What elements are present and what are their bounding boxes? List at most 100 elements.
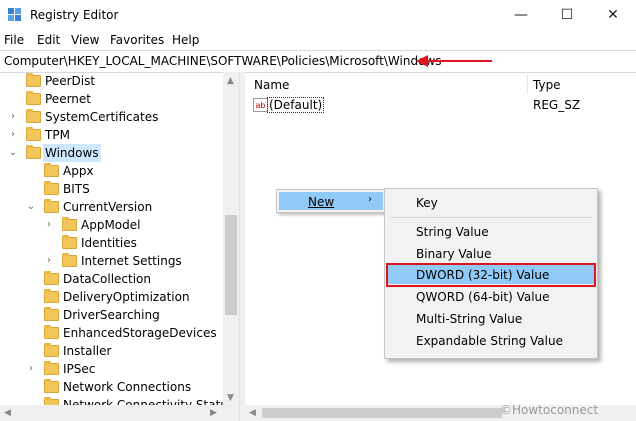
list-scroll-left-icon[interactable]: ◀	[249, 408, 256, 418]
tree-item-label: Identities	[81, 236, 137, 250]
submenu-arrow-icon: ›	[368, 194, 372, 205]
folder-icon	[44, 199, 59, 213]
tree-item-label: DeliveryOptimization	[63, 290, 190, 304]
tree-item-label: DriverSearching	[63, 308, 160, 322]
submenu-qword-value[interactable]: QWORD (64-bit) Value	[416, 290, 550, 304]
folder-icon	[26, 91, 41, 105]
menu-edit[interactable]: Edit	[37, 33, 60, 47]
submenu-string-value[interactable]: String Value	[416, 225, 489, 239]
chevron-down-icon[interactable]: ⌄	[8, 144, 18, 162]
tree-item-label: BITS	[63, 182, 90, 196]
tree-item[interactable]: ⌄ CurrentVersion	[0, 198, 223, 216]
tree-item[interactable]: Network Connections	[0, 378, 223, 396]
tree-item[interactable]: › TPM	[0, 126, 223, 144]
tree-item-label: Windows	[43, 144, 101, 162]
tree-item-label: AppModel	[81, 218, 141, 232]
folder-icon	[26, 109, 41, 123]
tree-item-label: Network Connectivity Status Indicator	[63, 398, 239, 405]
chevron-right-icon[interactable]: ›	[44, 252, 54, 270]
folder-icon	[26, 127, 41, 141]
folder-icon	[44, 307, 59, 321]
tree-item[interactable]: DataCollection	[0, 270, 223, 288]
window-title: Registry Editor	[30, 8, 119, 22]
submenu-expandable-string-value[interactable]: Expandable String Value	[416, 334, 563, 348]
tree-item-label: Peernet	[45, 92, 91, 106]
tree-item[interactable]: › IPSec	[0, 360, 223, 378]
tree-item[interactable]: Network Connectivity Status Indicator	[0, 396, 239, 405]
menu-view[interactable]: View	[71, 33, 99, 47]
menu-help[interactable]: Help	[172, 33, 199, 47]
folder-icon	[44, 379, 59, 393]
tree-item[interactable]: DeliveryOptimization	[0, 288, 223, 306]
submenu-separator	[390, 217, 592, 218]
tree-scroll-down-icon[interactable]: ▼	[227, 393, 234, 403]
watermark: ©Howtoconnect	[500, 403, 599, 417]
folder-icon	[44, 163, 59, 177]
tree-item[interactable]: Identities	[0, 234, 223, 252]
annotation-highlight-box	[386, 263, 596, 287]
folder-icon	[44, 361, 59, 375]
tree-item[interactable]: Installer	[0, 342, 223, 360]
maximize-button[interactable]: ☐	[544, 0, 590, 30]
tree-item[interactable]: BITS	[0, 180, 223, 198]
context-menu-new[interactable]: New	[308, 195, 334, 209]
chevron-right-icon[interactable]: ›	[44, 216, 54, 234]
tree-item[interactable]: ⌄ Windows	[0, 144, 223, 162]
chevron-right-icon[interactable]: ›	[8, 126, 18, 144]
close-button[interactable]: ✕	[590, 0, 636, 30]
tree-item-label: Network Connections	[63, 380, 192, 394]
tree-scroll-up-icon[interactable]: ▲	[227, 76, 234, 86]
value-type-default: REG_SZ	[533, 98, 581, 112]
tree-item-label: DataCollection	[63, 272, 152, 286]
tree-item[interactable]: EnhancedStorageDevices	[0, 324, 223, 342]
folder-icon	[44, 181, 59, 195]
submenu-binary-value[interactable]: Binary Value	[416, 247, 491, 261]
tree-item[interactable]: Appx	[0, 162, 223, 180]
folder-icon	[26, 145, 41, 159]
tree-item[interactable]: › SystemCertificates	[0, 108, 223, 126]
tree-item-label: CurrentVersion	[63, 200, 153, 214]
tree-item-label: PeerDist	[45, 74, 96, 88]
column-header-type[interactable]: Type	[533, 78, 561, 92]
chevron-right-icon[interactable]: ›	[8, 108, 18, 126]
registry-tree[interactable]: PeerDist Peernet › SystemCertificates › TPM ⌄ W…	[0, 72, 239, 405]
chevron-down-icon[interactable]: ⌄	[26, 198, 36, 216]
column-divider[interactable]	[527, 74, 528, 94]
tree-scroll-right-icon[interactable]: ▶	[210, 408, 217, 418]
tree-horizontal-scrollbar[interactable]	[0, 405, 239, 421]
tree-item[interactable]: Peernet	[0, 90, 223, 108]
tree-item-label: IPSec	[63, 362, 96, 376]
list-scroll-thumb[interactable]	[262, 408, 502, 418]
chevron-right-icon[interactable]: ›	[26, 360, 36, 378]
tree-item-label: Installer	[63, 344, 112, 358]
minimize-button[interactable]: —	[498, 0, 544, 30]
tree-item[interactable]: DriverSearching	[0, 306, 223, 324]
tree-item[interactable]: PeerDist	[0, 72, 223, 90]
folder-icon	[62, 253, 77, 267]
submenu-multi-string-value[interactable]: Multi-String Value	[416, 312, 522, 326]
column-header-name[interactable]: Name	[254, 78, 289, 92]
folder-icon	[44, 343, 59, 357]
submenu-key[interactable]: Key	[416, 196, 438, 210]
string-value-icon: ab	[253, 98, 268, 112]
annotation-arrow-icon	[416, 55, 492, 67]
menu-favorites[interactable]: Favorites	[110, 33, 164, 47]
menu-file[interactable]: File	[4, 33, 24, 47]
address-path[interactable]: Computer\HKEY_LOCAL_MACHINE\SOFTWARE\Pol…	[4, 54, 441, 68]
tree-scroll-left-icon[interactable]: ◀	[4, 408, 11, 418]
tree-item-label: EnhancedStorageDevices	[63, 326, 217, 340]
tree-scroll-thumb[interactable]	[225, 215, 237, 315]
tree-item[interactable]: › Internet Settings	[0, 252, 223, 270]
folder-icon	[62, 217, 77, 231]
folder-icon	[26, 73, 41, 87]
tree-item[interactable]: › AppModel	[0, 216, 223, 234]
tree-item-label: TPM	[45, 128, 70, 142]
value-name-default[interactable]: (Default)	[266, 97, 325, 113]
